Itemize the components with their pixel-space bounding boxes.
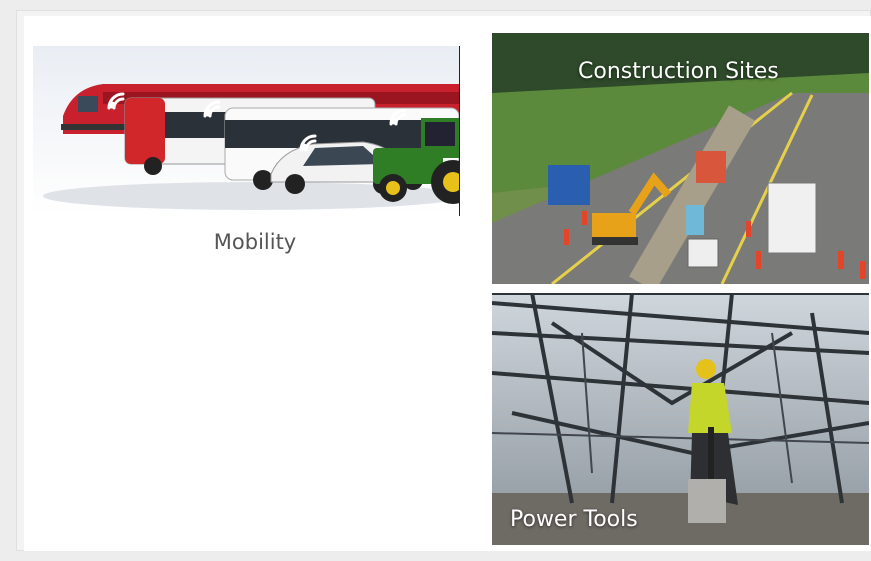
mobility-image[interactable] bbox=[33, 46, 460, 216]
construction-sites-title: Construction Sites bbox=[578, 59, 779, 84]
mobility-label[interactable]: Mobility bbox=[33, 230, 477, 254]
construction-sites-tile[interactable]: Construction Sites bbox=[492, 33, 869, 284]
power-tools-tile[interactable]: Power Tools bbox=[492, 293, 869, 545]
power-tools-title: Power Tools bbox=[510, 507, 638, 532]
